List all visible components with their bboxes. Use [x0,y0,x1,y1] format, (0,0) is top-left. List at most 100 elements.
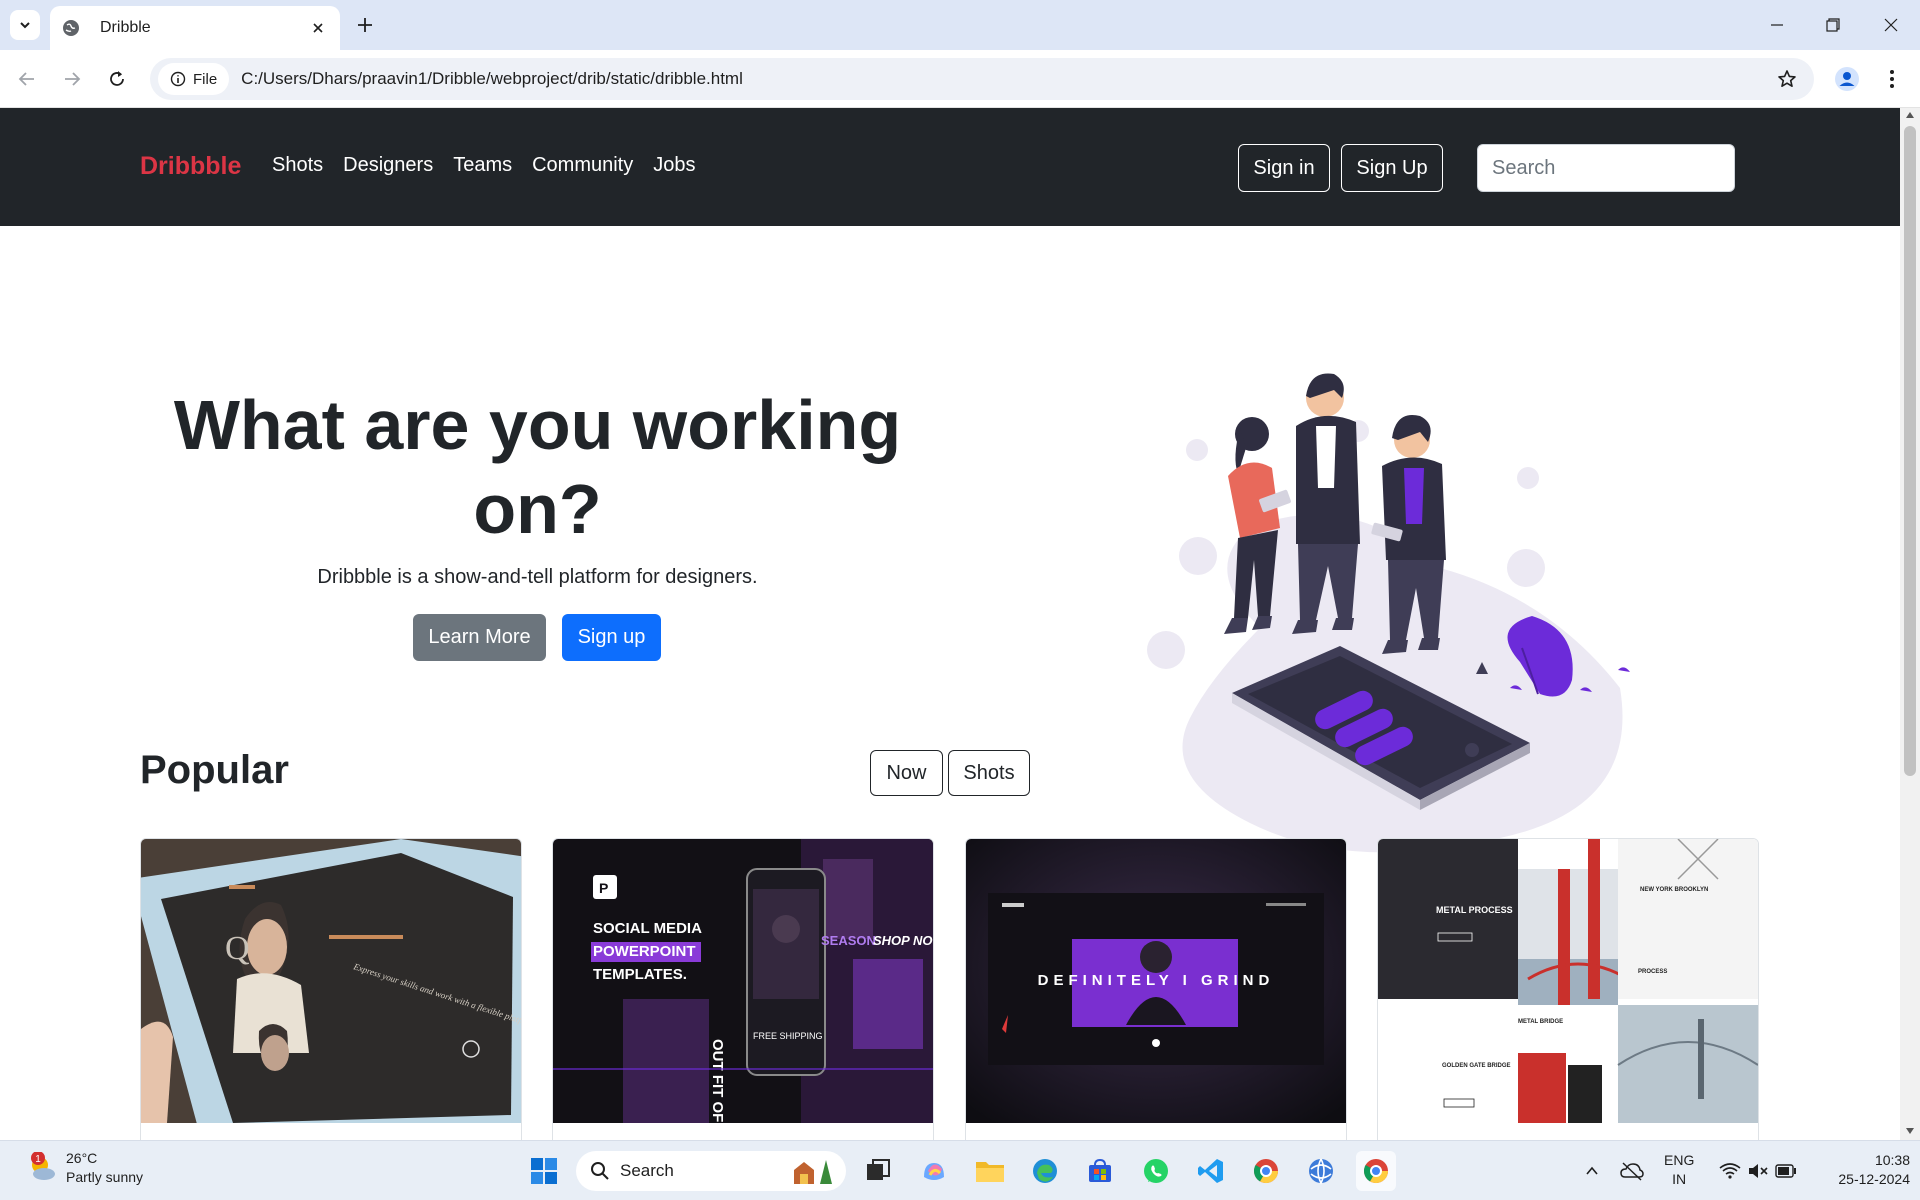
bookmark-button[interactable] [1774,66,1800,92]
task-view-button[interactable] [858,1151,898,1191]
hero-illustration [1147,373,1630,853]
edge-button[interactable] [1025,1151,1065,1191]
partly-sunny-icon: 1 [31,1152,55,1180]
nav-link-teams[interactable]: Teams [453,154,512,177]
quote-glyph: Q [225,930,250,967]
chrome-button-1[interactable] [1246,1151,1286,1191]
weather-badge: 1 [35,1154,41,1165]
task-view-icon [867,1159,890,1180]
shot-label-metal-bridge: METAL BRIDGE [1518,1019,1563,1025]
profile-button[interactable] [1832,64,1862,94]
nav-link-shots[interactable]: Shots [272,154,323,177]
show-hidden-icons-button[interactable] [1572,1151,1612,1191]
scrollbar-thumb[interactable] [1904,126,1916,776]
address-bar[interactable]: File C:/Users/Dhars/praavin1/Dribble/web… [150,58,1814,100]
shot-card[interactable]: P SOCIAL MEDIA POWERPOINT TEMPLATES. SEA… [552,838,934,1140]
store-icon [1089,1158,1111,1182]
scroll-down-arrow[interactable] [1906,1128,1914,1134]
windows-taskbar: 1 26°C Partly sunny Search ENG IN 10:38 … [0,1140,1920,1200]
back-button[interactable] [12,64,42,94]
shot-label-process: PROCESS [1638,969,1667,975]
vscode-icon [1198,1159,1223,1183]
sign-in-button[interactable]: Sign in [1238,144,1330,192]
clock-time: 10:38 [1874,1152,1910,1168]
folder-icon [976,1162,1004,1182]
chevron-down-icon [20,22,30,29]
sign-up-button[interactable]: Sign up [562,614,661,661]
scroll-up-arrow[interactable] [1906,112,1914,118]
browser-tab-active[interactable]: Dribble [50,6,340,50]
close-tab-icon[interactable] [308,18,328,38]
weather-temperature: 26°C [66,1150,98,1166]
hero-subtitle: Dribbble is a show-and-tell platform for… [317,566,758,588]
shot-heading-line-2: POWERPOINT [593,943,696,960]
shot-heading-line-3: TEMPLATES. [593,966,687,983]
reload-button[interactable] [102,64,132,94]
filter-shots-button[interactable]: Shots [948,750,1030,796]
shot-heading-line-1: SOCIAL MEDIA [593,920,702,937]
fashion-tablet-shot-image: Q Express your skills and work with a fl… [141,839,521,1123]
quick-settings-button[interactable] [1708,1151,1808,1191]
new-tab-button[interactable] [352,12,378,38]
nav-link-community[interactable]: Community [532,154,633,177]
shot-card[interactable]: DEFINITELY I GRIND [965,838,1347,1140]
tab-search-button[interactable] [10,10,40,40]
learn-more-button[interactable]: Learn More [413,614,546,661]
forward-button[interactable] [57,64,87,94]
star-icon [1778,70,1796,87]
vscode-button[interactable] [1191,1151,1231,1191]
onedrive-button[interactable] [1612,1151,1652,1191]
shot-label-golden-gate: GOLDEN GATE BRIDGE [1442,1063,1511,1069]
close-window-button[interactable] [1876,10,1906,40]
nav-link-designers[interactable]: Designers [343,154,433,177]
store-button[interactable] [1080,1151,1120,1191]
brand-logo[interactable]: Dribbble [140,152,241,181]
taskbar-search-box[interactable]: Search [576,1151,846,1191]
shot-card[interactable]: METAL PROCESS NEW YORK BROOKLYN PROCESS … [1377,838,1759,1140]
browser-tab-strip: Dribble [0,0,1920,50]
page-viewport: Dribbble Shots Designers Teams Community… [0,108,1900,1140]
whatsapp-button[interactable] [1136,1151,1176,1191]
edge-browser-icon [1033,1159,1057,1183]
filter-now-button[interactable]: Now [870,750,943,796]
site-info-chip[interactable]: File [158,63,230,95]
hero-title: What are you working on? [173,386,902,548]
chrome-icon [1363,1159,1388,1184]
file-explorer-button[interactable] [970,1151,1010,1191]
minimize-icon [1771,24,1783,26]
start-button[interactable] [524,1151,564,1191]
search-highlight-icon [794,1160,832,1184]
clock[interactable]: 10:38 25-12-2024 [1830,1151,1910,1189]
chrome-profile-button[interactable] [1301,1151,1341,1191]
info-icon [170,71,186,87]
reload-icon [110,71,124,86]
restore-button[interactable] [1818,10,1848,40]
battery-icon [1775,1164,1796,1178]
shot-card[interactable]: Q Express your skills and work with a fl… [140,838,522,1140]
nav-links: Shots Designers Teams Community Jobs [272,154,696,177]
language-indicator[interactable]: ENG IN [1664,1151,1694,1189]
sign-up-nav-button[interactable]: Sign Up [1341,144,1443,192]
url-text[interactable]: C:/Users/Dhars/praavin1/Dribble/webproje… [241,69,1774,89]
tab-title: Dribble [100,19,151,36]
browser-menu-button[interactable] [1880,64,1904,94]
whatsapp-icon [1144,1159,1168,1183]
plus-icon [358,18,372,32]
weather-widget[interactable]: 1 26°C Partly sunny [26,1149,143,1187]
social-media-templates-shot-image: P SOCIAL MEDIA POWERPOINT TEMPLATES. SEA… [553,839,933,1123]
user-avatar-icon [1835,67,1859,91]
arrow-right-icon [65,72,81,86]
chrome-icon [1253,1159,1278,1184]
minimize-button[interactable] [1762,10,1792,40]
chrome-button-active[interactable] [1356,1151,1396,1191]
copilot-button[interactable] [914,1151,954,1191]
close-icon [1884,18,1898,32]
search-input[interactable] [1477,144,1735,192]
chevron-up-icon [1586,1166,1598,1175]
shot-headline: DEFINITELY I GRIND [1038,972,1275,989]
metal-process-shot-image: METAL PROCESS NEW YORK BROOKLYN PROCESS … [1378,839,1758,1123]
restore-icon [1826,18,1840,32]
globe-icon [63,20,79,36]
page-scrollbar[interactable] [1900,108,1920,1140]
nav-link-jobs[interactable]: Jobs [653,154,695,177]
